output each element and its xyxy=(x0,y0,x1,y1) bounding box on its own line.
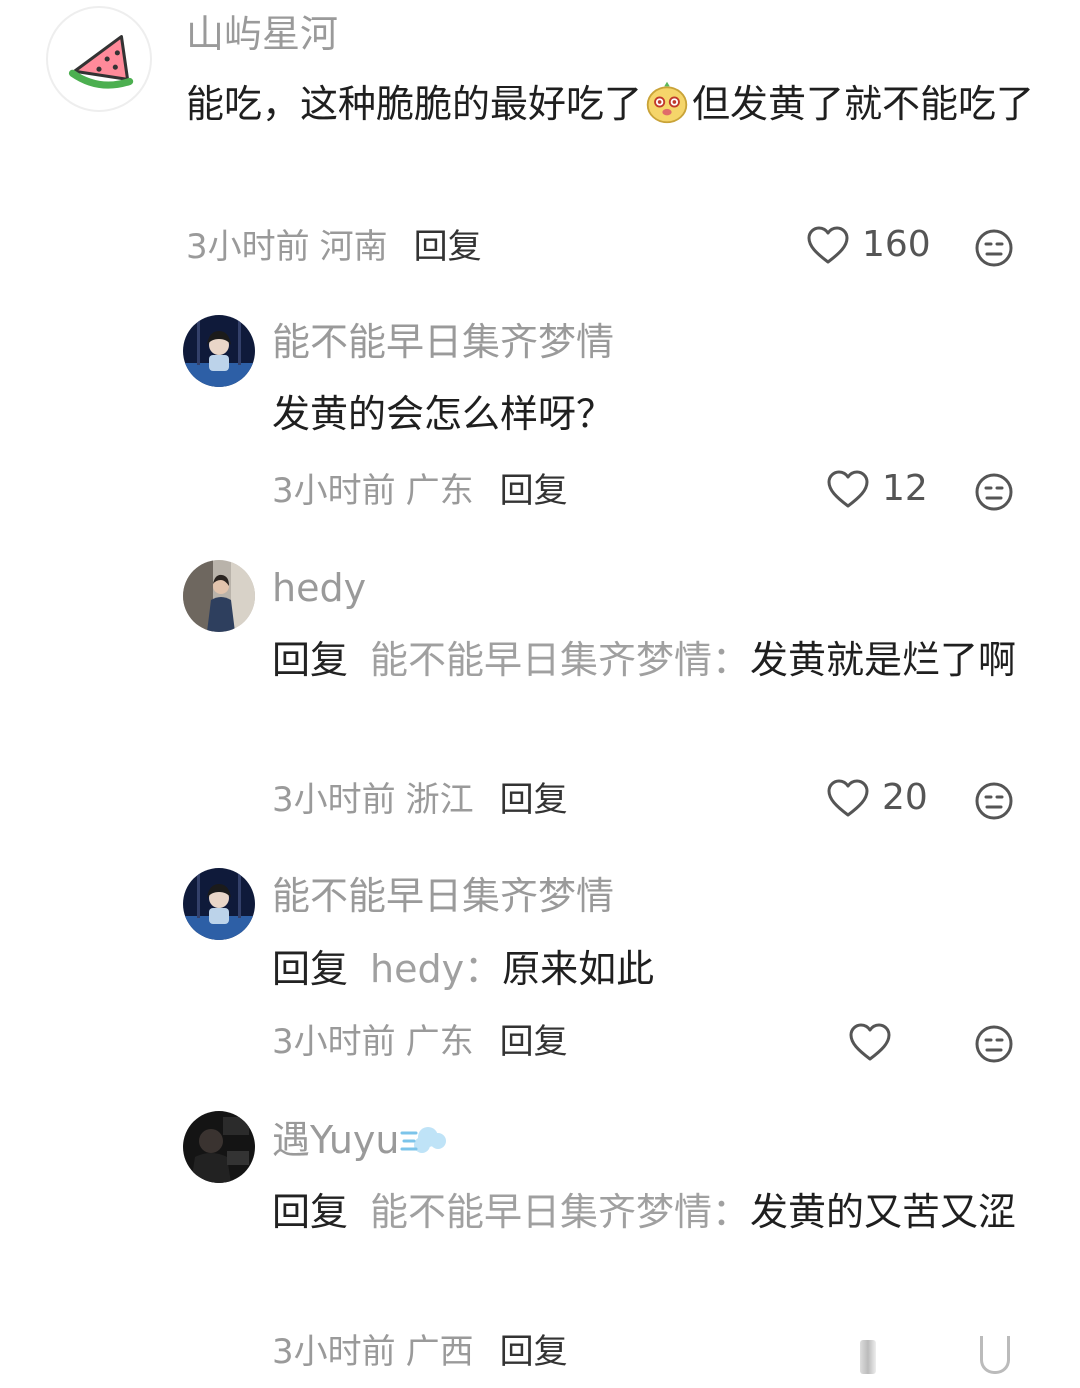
watermelon-icon xyxy=(68,35,134,89)
comment-text-part: 但发黄了就不能吃了 xyxy=(692,82,1035,126)
comment-text: 回复 能不能早日集齐梦情：发黄就是烂了啊 xyxy=(272,628,1032,692)
avatar-image xyxy=(183,868,255,940)
like-count: 12 xyxy=(882,468,928,509)
comment-text: 能吃，这种脆脆的最好吃了 但发黄了就不能吃了 xyxy=(186,72,1046,136)
avatar-image xyxy=(183,315,255,387)
comment-text-part: 原来如此 xyxy=(502,947,655,991)
dislike-face-icon[interactable] xyxy=(974,228,1014,268)
comment-text-part: 能吃，这种脆脆的最好吃了 xyxy=(186,82,643,126)
reply-button[interactable]: 回复 xyxy=(500,1332,568,1372)
heart-icon xyxy=(827,779,869,816)
comment-meta: 3小时前 浙江 回复 xyxy=(272,780,568,821)
comment-text: 回复 hedy：原来如此 xyxy=(272,937,1032,1001)
username[interactable]: 能不能早日集齐梦情 xyxy=(272,874,614,920)
like-button[interactable]: 160 xyxy=(806,224,931,265)
timestamp: 3小时前 xyxy=(272,780,396,820)
comment-meta: 3小时前 广东 回复 xyxy=(272,471,568,512)
comment-meta: 3小时前 广西 回复 xyxy=(272,1332,568,1373)
comment-text-part: 发黄的又苦又涩 xyxy=(750,1190,1017,1234)
timestamp: 3小时前 xyxy=(272,1332,396,1372)
username[interactable]: hedy xyxy=(272,566,366,612)
username[interactable]: 山屿星河 xyxy=(186,12,338,58)
like-button[interactable]: 12 xyxy=(826,468,928,509)
cute-face-emoji-icon xyxy=(644,79,690,125)
location: 广东 xyxy=(405,471,474,511)
reply-prefix: 回复 xyxy=(272,1190,349,1234)
like-button[interactable] xyxy=(848,1022,904,1062)
dislike-face-icon[interactable] xyxy=(974,472,1014,512)
reply-button[interactable]: 回复 xyxy=(500,1022,568,1062)
reply-button[interactable]: 回复 xyxy=(500,471,568,511)
comment-text: 回复 能不能早日集齐梦情：发黄的又苦又涩 xyxy=(272,1180,1032,1244)
comment-meta: 3小时前 河南 回复 xyxy=(186,227,482,268)
reply-to-username[interactable]: 能不能早日集齐梦情： xyxy=(370,1190,750,1234)
partial-like-icon[interactable] xyxy=(860,1340,876,1374)
location: 浙江 xyxy=(405,780,474,820)
avatar[interactable] xyxy=(183,1111,255,1183)
avatar[interactable] xyxy=(183,560,255,632)
dislike-face-icon[interactable] xyxy=(974,781,1014,821)
comment-meta: 3小时前 广东 回复 xyxy=(272,1022,568,1063)
timestamp: 3小时前 xyxy=(272,471,396,511)
reply-to-username[interactable]: hedy： xyxy=(370,947,502,991)
like-count: 160 xyxy=(862,224,931,265)
heart-icon xyxy=(849,1023,891,1061)
reply-button[interactable]: 回复 xyxy=(500,780,568,820)
partial-dislike-icon[interactable] xyxy=(980,1336,1010,1374)
avatar[interactable] xyxy=(183,868,255,940)
reply-prefix: 回复 xyxy=(272,638,349,682)
reply-button[interactable]: 回复 xyxy=(414,227,482,267)
reply-prefix: 回复 xyxy=(272,947,349,991)
avatar-image xyxy=(183,560,255,632)
timestamp: 3小时前 xyxy=(186,227,310,267)
avatar[interactable] xyxy=(183,315,255,387)
dash-icon xyxy=(400,1119,450,1159)
location: 河南 xyxy=(319,227,388,267)
username[interactable]: 遇Yuyu xyxy=(272,1118,450,1164)
comment-text: 发黄的会怎么样呀？ xyxy=(272,392,615,436)
avatar-image xyxy=(183,1111,255,1183)
username-text: 遇Yuyu xyxy=(272,1118,400,1162)
timestamp: 3小时前 xyxy=(272,1022,396,1062)
location: 广西 xyxy=(405,1332,474,1372)
username[interactable]: 能不能早日集齐梦情 xyxy=(272,320,614,366)
dislike-face-icon[interactable] xyxy=(974,1024,1014,1064)
location: 广东 xyxy=(405,1022,474,1062)
heart-icon xyxy=(827,470,869,507)
comment-text-part: 发黄就是烂了啊 xyxy=(750,638,1017,682)
like-count: 20 xyxy=(882,777,928,818)
avatar[interactable] xyxy=(46,6,152,112)
reply-to-username[interactable]: 能不能早日集齐梦情： xyxy=(370,638,750,682)
like-button[interactable]: 20 xyxy=(826,777,928,818)
heart-icon xyxy=(807,226,849,263)
